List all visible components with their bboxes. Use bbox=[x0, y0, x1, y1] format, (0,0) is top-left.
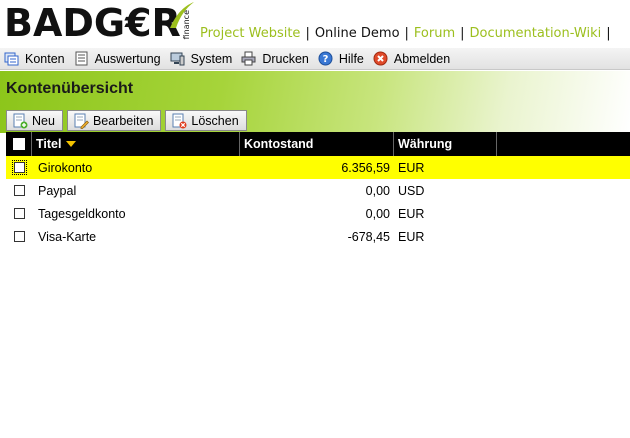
printer-icon bbox=[241, 51, 256, 66]
cell-titel: Paypal bbox=[38, 183, 77, 198]
column-header-waehrung[interactable]: Währung bbox=[394, 132, 497, 156]
cell-waehrung: EUR bbox=[398, 229, 425, 244]
delete-button-label: Löschen bbox=[191, 113, 239, 128]
logout-icon bbox=[373, 51, 388, 66]
menu-label: Hilfe bbox=[338, 51, 364, 66]
menu-konten[interactable]: Konten bbox=[0, 49, 70, 69]
new-document-icon bbox=[12, 113, 28, 129]
help-icon: ? bbox=[318, 51, 333, 66]
edit-button-label: Bearbeiten bbox=[92, 113, 154, 128]
link-documentation-wiki[interactable]: Documentation-Wiki bbox=[470, 26, 602, 41]
sort-descending-icon bbox=[66, 141, 77, 147]
link-forum[interactable]: Forum bbox=[414, 26, 455, 41]
new-button[interactable]: Neu bbox=[6, 110, 63, 131]
accounts-table: Titel Kontostand Währung Girokonto 6.356… bbox=[6, 132, 630, 248]
column-header-kontostand[interactable]: Kontostand bbox=[240, 132, 394, 156]
cell-kontostand: 6.356,59 bbox=[341, 160, 390, 175]
accounts-icon bbox=[4, 51, 19, 66]
cell-titel: Tagesgeldkonto bbox=[38, 206, 126, 221]
menu-system[interactable]: System bbox=[166, 49, 238, 69]
edit-document-icon bbox=[73, 113, 89, 129]
cell-kontostand: 0,00 bbox=[365, 206, 390, 221]
system-icon bbox=[170, 51, 185, 66]
svg-text:?: ? bbox=[322, 54, 328, 65]
menu-label: Konten bbox=[25, 51, 65, 66]
cell-waehrung: EUR bbox=[398, 206, 425, 221]
row-checkbox[interactable] bbox=[13, 231, 25, 242]
logo-swoosh-icon bbox=[170, 2, 194, 28]
badger-logo[interactable]: BADG€R finance bbox=[4, 2, 191, 44]
cell-titel: Girokonto bbox=[38, 160, 93, 175]
cell-kontostand: -678,45 bbox=[347, 229, 390, 244]
table-row[interactable]: Visa-Karte -678,45 EUR bbox=[6, 225, 630, 248]
menu-drucken[interactable]: Drucken bbox=[237, 49, 314, 69]
link-project-website[interactable]: Project Website bbox=[200, 26, 300, 41]
main-content: Kontenübersicht Neu Bearbeiten Löschen T… bbox=[0, 71, 630, 438]
menu-auswertung[interactable]: Auswertung bbox=[70, 49, 166, 69]
page-title: Kontenübersicht bbox=[6, 80, 134, 97]
cell-waehrung: EUR bbox=[398, 160, 425, 175]
logo-text: BADG€R bbox=[4, 1, 181, 45]
column-header-empty bbox=[497, 132, 630, 156]
edit-button[interactable]: Bearbeiten bbox=[66, 110, 162, 131]
row-checkbox[interactable] bbox=[11, 160, 27, 175]
delete-button[interactable]: Löschen bbox=[165, 110, 247, 131]
link-online-demo[interactable]: Online Demo bbox=[315, 26, 400, 41]
menu-label: Abmelden bbox=[393, 51, 451, 66]
menu-hilfe[interactable]: ? Hilfe bbox=[314, 49, 369, 69]
menu-label: Auswertung bbox=[94, 51, 161, 66]
new-button-label: Neu bbox=[32, 113, 55, 128]
cell-kontostand: 0,00 bbox=[365, 183, 390, 198]
toolbar: Neu Bearbeiten Löschen bbox=[6, 110, 251, 131]
menu-label: Drucken bbox=[262, 51, 309, 66]
report-icon bbox=[74, 51, 89, 66]
row-checkbox[interactable] bbox=[13, 208, 25, 219]
select-all-checkbox[interactable] bbox=[12, 138, 25, 150]
row-checkbox[interactable] bbox=[13, 185, 25, 196]
table-row[interactable]: Paypal 0,00 USD bbox=[6, 179, 630, 202]
column-header-titel[interactable]: Titel bbox=[32, 132, 240, 156]
menu-abmelden[interactable]: Abmelden bbox=[369, 49, 455, 69]
select-all-cell bbox=[6, 132, 32, 156]
table-row[interactable]: Girokonto 6.356,59 EUR bbox=[6, 156, 630, 179]
delete-document-icon bbox=[171, 113, 187, 129]
table-header: Titel Kontostand Währung bbox=[6, 132, 630, 156]
menu-label: System bbox=[190, 51, 233, 66]
top-nav: Project Website | Online Demo | Forum | Docume… bbox=[200, 26, 611, 41]
cell-waehrung: USD bbox=[398, 183, 425, 198]
header: BADG€R finance Project Website | Online De… bbox=[0, 0, 630, 48]
table-row[interactable]: Tagesgeldkonto 0,00 EUR bbox=[6, 202, 630, 225]
menu-bar: Konten Auswertung System Drucken ? Hilfe… bbox=[0, 48, 630, 70]
cell-titel: Visa-Karte bbox=[38, 229, 97, 244]
